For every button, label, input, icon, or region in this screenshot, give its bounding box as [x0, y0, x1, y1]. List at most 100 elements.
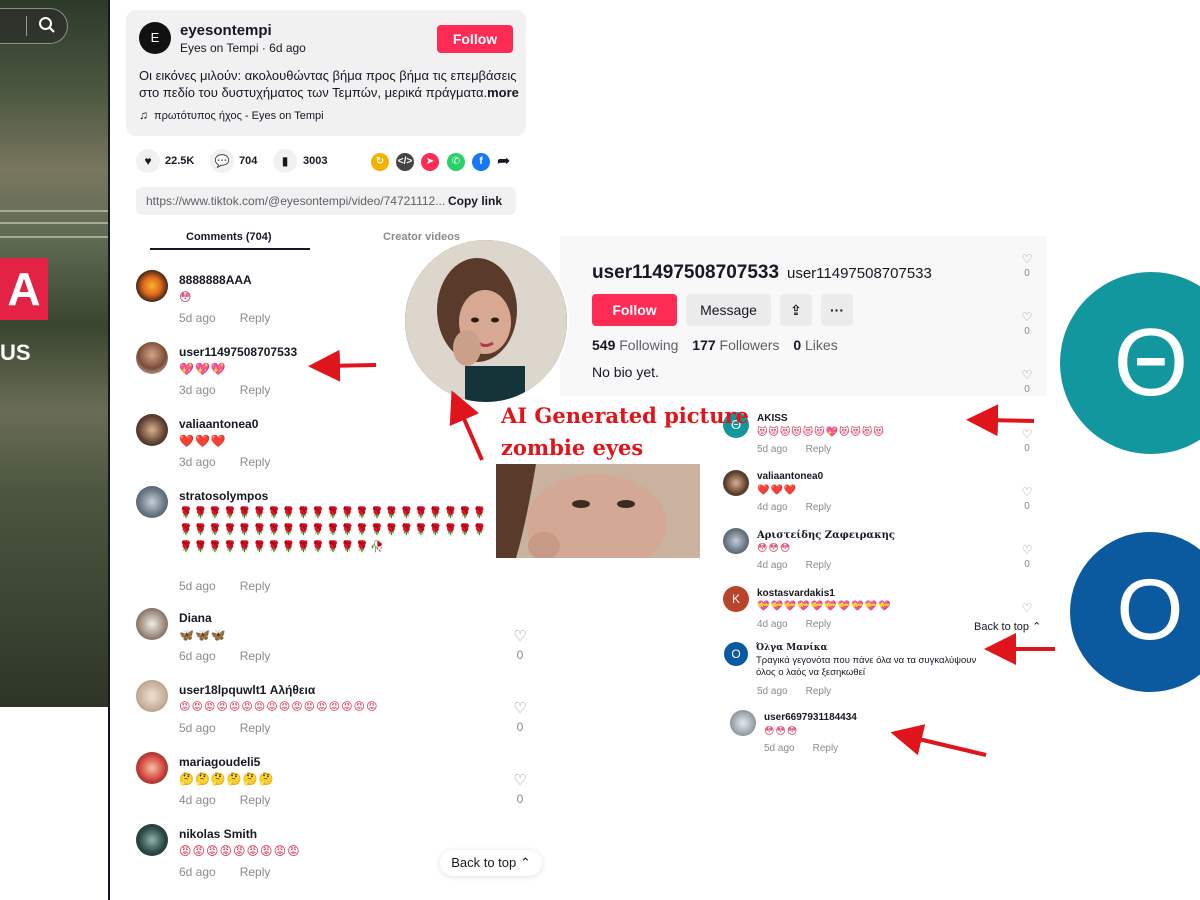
comment-like-icon[interactable]: ♡: [1021, 543, 1033, 557]
comment-like-icon[interactable]: ♡: [1021, 368, 1033, 382]
commenter-avatar[interactable]: [723, 470, 749, 496]
tab-creator-videos[interactable]: Creator videos: [383, 231, 460, 243]
tab-comments[interactable]: Comments (704): [186, 231, 272, 243]
comment-date: 5d ago: [179, 311, 216, 325]
send-icon[interactable]: ➤: [421, 153, 439, 171]
reply-button[interactable]: Reply: [240, 311, 271, 325]
comment-text: ❤️❤️❤️: [179, 434, 227, 448]
comment-username[interactable]: Αριστείδης Ζαφειρακης: [757, 530, 895, 541]
reply-button[interactable]: Reply: [240, 721, 271, 735]
rail-track: [0, 222, 109, 224]
comment-like-icon[interactable]: ♡: [1021, 427, 1033, 441]
comment-username[interactable]: nikolas Smith: [179, 827, 257, 841]
comment-date: 4d ago: [757, 619, 788, 630]
commenter-avatar[interactable]: [723, 528, 749, 554]
sound-row[interactable]: ♫ πρωτότυπος ήχος - Eyes on Tempi: [139, 108, 324, 122]
reply-button[interactable]: Reply: [806, 444, 832, 455]
likes-count: 0: [793, 337, 802, 353]
comment-like-icon[interactable]: ♡: [512, 699, 528, 717]
comment-username[interactable]: kostasvardakis1: [757, 588, 835, 599]
save-button[interactable]: ▮: [273, 149, 297, 173]
comment-username[interactable]: valiaantonea0: [179, 417, 258, 431]
back-to-top-button[interactable]: Back to top ⌃: [440, 850, 542, 876]
repost-icon[interactable]: ↻: [371, 153, 389, 171]
comment-like-icon[interactable]: ♡: [1021, 601, 1033, 615]
comment-date: 5d ago: [757, 444, 788, 455]
comment-username[interactable]: AKISS: [757, 413, 788, 424]
comment-meta: 5d ago Reply: [757, 686, 849, 697]
reply-button[interactable]: Reply: [806, 502, 832, 513]
reply-button[interactable]: Reply: [240, 455, 271, 469]
search-bar[interactable]: [0, 8, 68, 44]
facebook-icon[interactable]: f: [472, 153, 490, 171]
comment-like-count: 0: [1024, 326, 1030, 337]
video-overlay-letter: A: [0, 258, 48, 320]
search-divider: [26, 16, 27, 36]
commenter-avatar[interactable]: [136, 824, 168, 856]
share-profile-icon[interactable]: ⇪: [780, 294, 812, 326]
save-count: 3003: [303, 155, 328, 167]
comment-username[interactable]: Diana: [179, 611, 212, 625]
followers-label[interactable]: Followers: [720, 337, 780, 353]
copy-link-button[interactable]: Copy link: [448, 194, 502, 208]
like-button[interactable]: ♥: [136, 149, 160, 173]
comment-like-count: 0: [1024, 443, 1030, 454]
follow-button[interactable]: Follow: [437, 25, 513, 53]
video-preview[interactable]: A US: [0, 0, 109, 707]
reply-button[interactable]: Reply: [240, 383, 271, 397]
reply-button[interactable]: Reply: [806, 619, 832, 630]
comment-text: 🌹🌹🌹🌹🌹🌹🌹🌹🌹🌹🌹🌹🌹🌹🌹🌹🌹🌹🌹🌹🌹🌹🌹🌹🌹🌹🌹🌹🌹🌹🌹🌹🌹🌹🌹🌹🌹🌹🌹🌹…: [179, 507, 488, 553]
comment-count: 704: [239, 155, 258, 167]
whatsapp-icon[interactable]: ✆: [447, 153, 465, 171]
commenter-avatar[interactable]: [136, 486, 168, 518]
reply-button[interactable]: Reply: [813, 743, 839, 754]
comment-username[interactable]: user6697931184434: [764, 712, 857, 723]
comment-username[interactable]: 8888888AAA: [179, 273, 252, 287]
comment-username[interactable]: user18lpquwlt1 Αλήθεια: [179, 683, 315, 697]
frame-divider: [108, 0, 110, 900]
profile-follow-button[interactable]: Follow: [592, 294, 677, 326]
commenter-avatar[interactable]: [136, 270, 168, 302]
comment-like-icon[interactable]: ♡: [1021, 252, 1033, 266]
comment-username[interactable]: stratosolympos: [179, 489, 268, 503]
search-icon[interactable]: [38, 16, 56, 34]
message-button[interactable]: Message: [686, 294, 771, 326]
author-username[interactable]: eyesontempi: [180, 22, 272, 39]
comment-like-icon[interactable]: ♡: [1021, 310, 1033, 324]
comment-username[interactable]: valiaantonea0: [757, 471, 823, 482]
back-to-top-button[interactable]: Back to top ⌃: [974, 620, 1041, 633]
comment-like-count: 0: [1024, 268, 1030, 279]
comment-like-icon[interactable]: ♡: [512, 771, 528, 789]
music-note-icon: ♫: [139, 108, 148, 122]
comment-date: 4d ago: [757, 560, 788, 571]
comment-like-icon[interactable]: ♡: [1021, 485, 1033, 499]
commenter-avatar[interactable]: [136, 342, 168, 374]
reply-button[interactable]: Reply: [806, 560, 832, 571]
embed-icon[interactable]: </>: [396, 153, 414, 171]
comment-button[interactable]: 💬: [210, 149, 234, 173]
reply-button[interactable]: Reply: [240, 579, 271, 593]
reply-button[interactable]: Reply: [240, 649, 271, 663]
following-label[interactable]: Following: [619, 337, 678, 353]
commenter-avatar[interactable]: [136, 414, 168, 446]
comment-username[interactable]: Όλγα Μανίκα: [756, 643, 827, 653]
comment-username[interactable]: user11497508707533: [179, 345, 297, 359]
share-arrow-icon[interactable]: ➦: [497, 151, 510, 171]
commenter-avatar[interactable]: [730, 710, 756, 736]
more-options-icon[interactable]: ···: [821, 294, 853, 326]
commenter-avatar[interactable]: [136, 608, 168, 640]
reply-button[interactable]: Reply: [806, 686, 832, 697]
author-avatar[interactable]: Ε: [139, 22, 171, 54]
commenter-avatar[interactable]: [136, 752, 168, 784]
more-link[interactable]: more: [487, 85, 519, 100]
comment-username[interactable]: mariagoudeli5: [179, 755, 260, 769]
comment-like-icon[interactable]: ♡: [512, 627, 528, 645]
profile-avatar[interactable]: [403, 238, 569, 404]
reply-button[interactable]: Reply: [240, 793, 271, 807]
commenter-avatar[interactable]: K: [723, 586, 749, 612]
commenter-avatar[interactable]: [136, 680, 168, 712]
comment-text: 😡😡😡😡😡😡😡😡😡: [179, 844, 301, 858]
comment-date: 3d ago: [179, 383, 216, 397]
reply-button[interactable]: Reply: [240, 865, 271, 879]
commenter-avatar[interactable]: Ο: [724, 642, 748, 666]
